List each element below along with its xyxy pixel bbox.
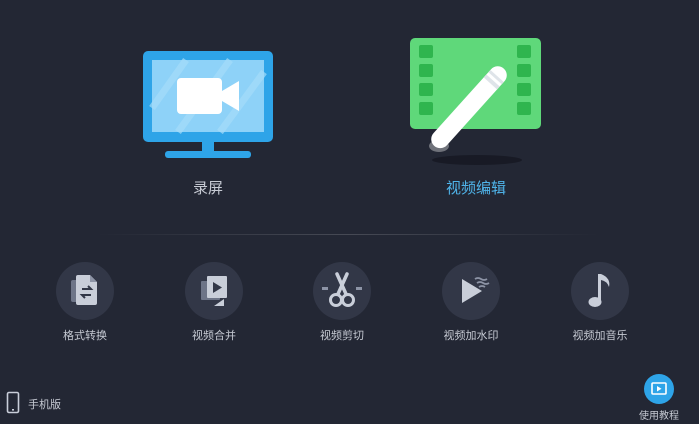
monitor-video-icon [143,51,273,158]
video-music-label: 视频加音乐 [572,329,628,342]
video-merge-button[interactable]: 视频合并 [164,262,264,343]
video-edit-label: 视频编辑 [445,179,506,197]
video-watermark-label: 视频加水印 [443,329,499,342]
record-screen-label: 录屏 [192,179,223,197]
music-note-icon [588,274,610,307]
video-music-circle [571,262,629,320]
format-convert-button[interactable]: 格式转换 [35,262,135,343]
tutorial-label: 使用教程 [639,411,679,422]
record-screen-card[interactable]: 录屏 [108,30,308,210]
format-convert-circle [56,262,114,320]
video-edit-card[interactable]: 视频编辑 [376,30,576,210]
video-cut-button[interactable]: 视频剪切 [292,262,392,343]
video-merge-label: 视频合并 [192,329,236,342]
phone-icon [6,391,20,414]
scissors-icon [322,272,362,307]
video-cut-label: 视频剪切 [320,329,364,342]
video-tutorial-icon [651,382,667,395]
video-cut-circle [313,262,371,320]
format-convert-label: 格式转换 [63,329,107,342]
video-music-button[interactable]: 视频加音乐 [550,262,650,343]
mobile-version-label: 手机版 [28,398,61,411]
divider [96,234,600,235]
film-pen-icon [410,38,541,165]
format-convert-icon [71,275,97,305]
video-merge-icon [201,276,227,306]
tutorial-button[interactable]: 使用教程 [632,374,686,422]
play-watermark-icon [462,277,490,303]
video-merge-circle [185,262,243,320]
tutorial-circle [644,374,674,404]
video-watermark-button[interactable]: 视频加水印 [421,262,521,343]
video-watermark-circle [442,262,500,320]
